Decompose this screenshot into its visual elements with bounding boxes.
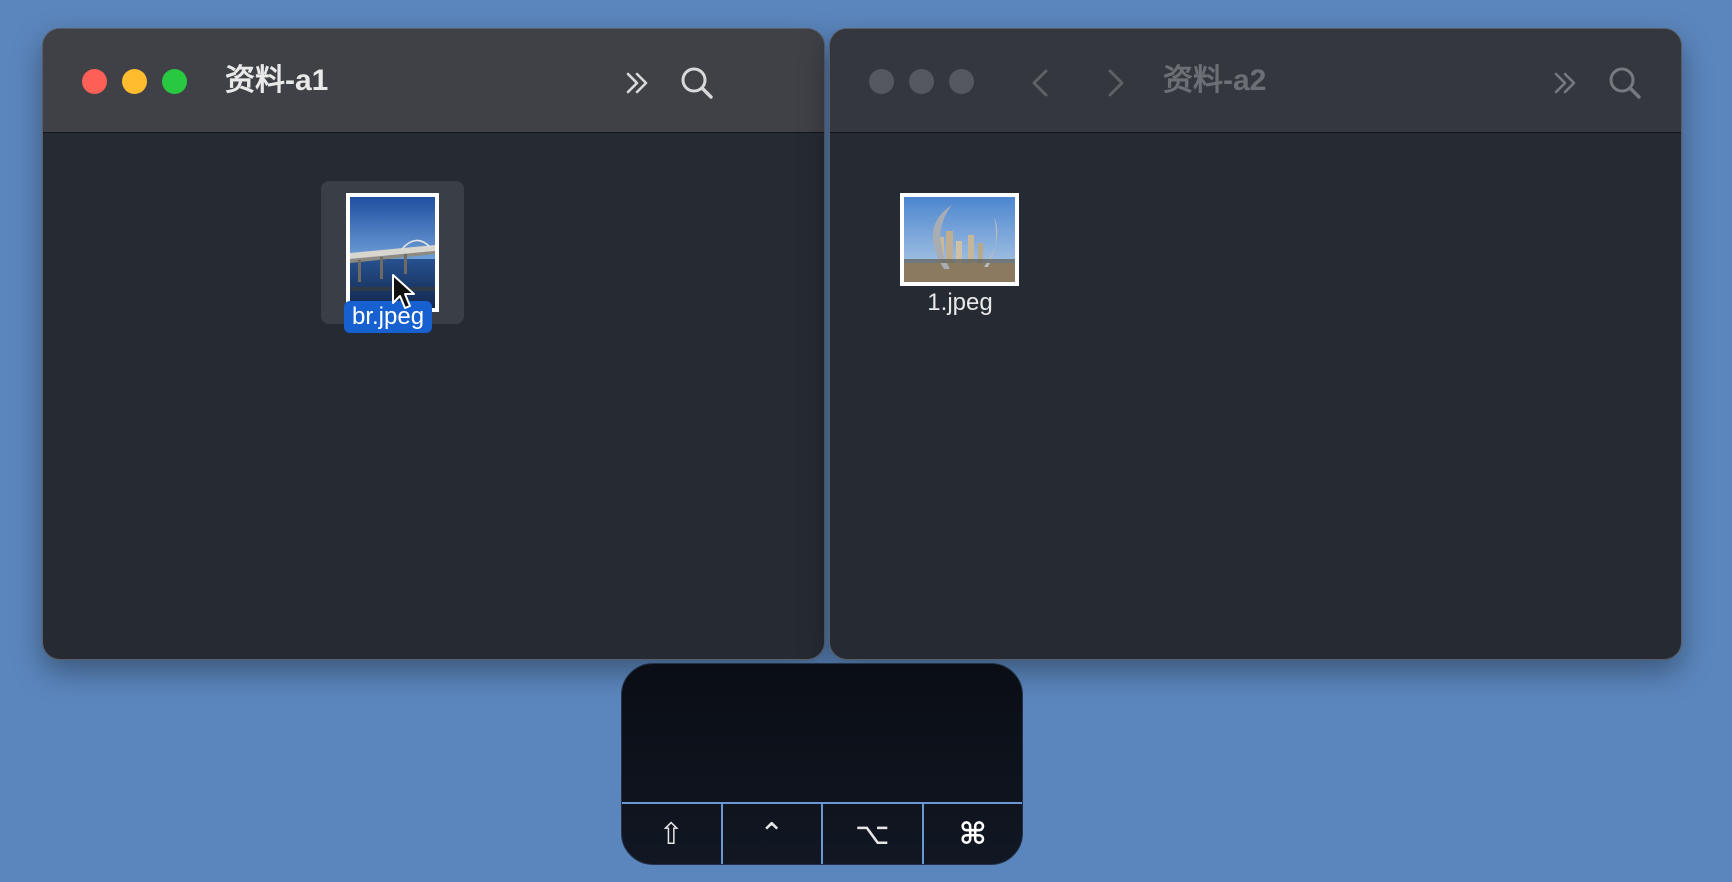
file-area[interactable]: 1.jpeg xyxy=(830,133,1681,659)
minimize-button[interactable] xyxy=(122,69,147,94)
zoom-button[interactable] xyxy=(162,69,187,94)
chevron-left-icon[interactable] xyxy=(1022,63,1062,103)
modifier-key-row: ⇧ ⌃ ⌥ ⌘ xyxy=(622,802,1022,864)
titlebar[interactable]: 资料-a2 xyxy=(830,29,1681,133)
option-key-icon: ⌥ xyxy=(821,804,922,864)
finder-window-a2: 资料-a2 1.jpeg xyxy=(829,28,1682,660)
finder-window-a1: 资料-a1 br.jpeg xyxy=(42,28,825,660)
zoom-button[interactable] xyxy=(949,69,974,94)
window-title: 资料-a2 xyxy=(1163,64,1267,97)
double-chevron-right-icon[interactable] xyxy=(618,63,658,103)
close-button[interactable] xyxy=(82,69,107,94)
window-title: 资料-a1 xyxy=(225,64,329,97)
command-key-icon: ⌘ xyxy=(921,804,1023,864)
chevron-right-icon[interactable] xyxy=(1094,63,1134,103)
pointer-arrow-icon xyxy=(391,273,417,311)
keystroke-overlay: ⇧ ⌃ ⌥ ⌘ xyxy=(621,663,1023,865)
double-chevron-right-icon[interactable] xyxy=(1546,63,1586,103)
file-name-label[interactable]: br.jpeg xyxy=(344,301,433,333)
file-name-label[interactable]: 1.jpeg xyxy=(880,287,1040,319)
control-key-icon: ⌃ xyxy=(720,804,822,864)
minimize-button[interactable] xyxy=(909,69,934,94)
search-icon[interactable] xyxy=(677,63,717,103)
close-button[interactable] xyxy=(869,69,894,94)
file-thumbnail-1[interactable] xyxy=(900,193,1019,286)
shift-key-icon: ⇧ xyxy=(658,816,684,852)
titlebar[interactable]: 资料-a1 xyxy=(43,29,824,133)
search-icon[interactable] xyxy=(1605,63,1645,103)
file-area[interactable]: br.jpeg xyxy=(43,133,824,659)
